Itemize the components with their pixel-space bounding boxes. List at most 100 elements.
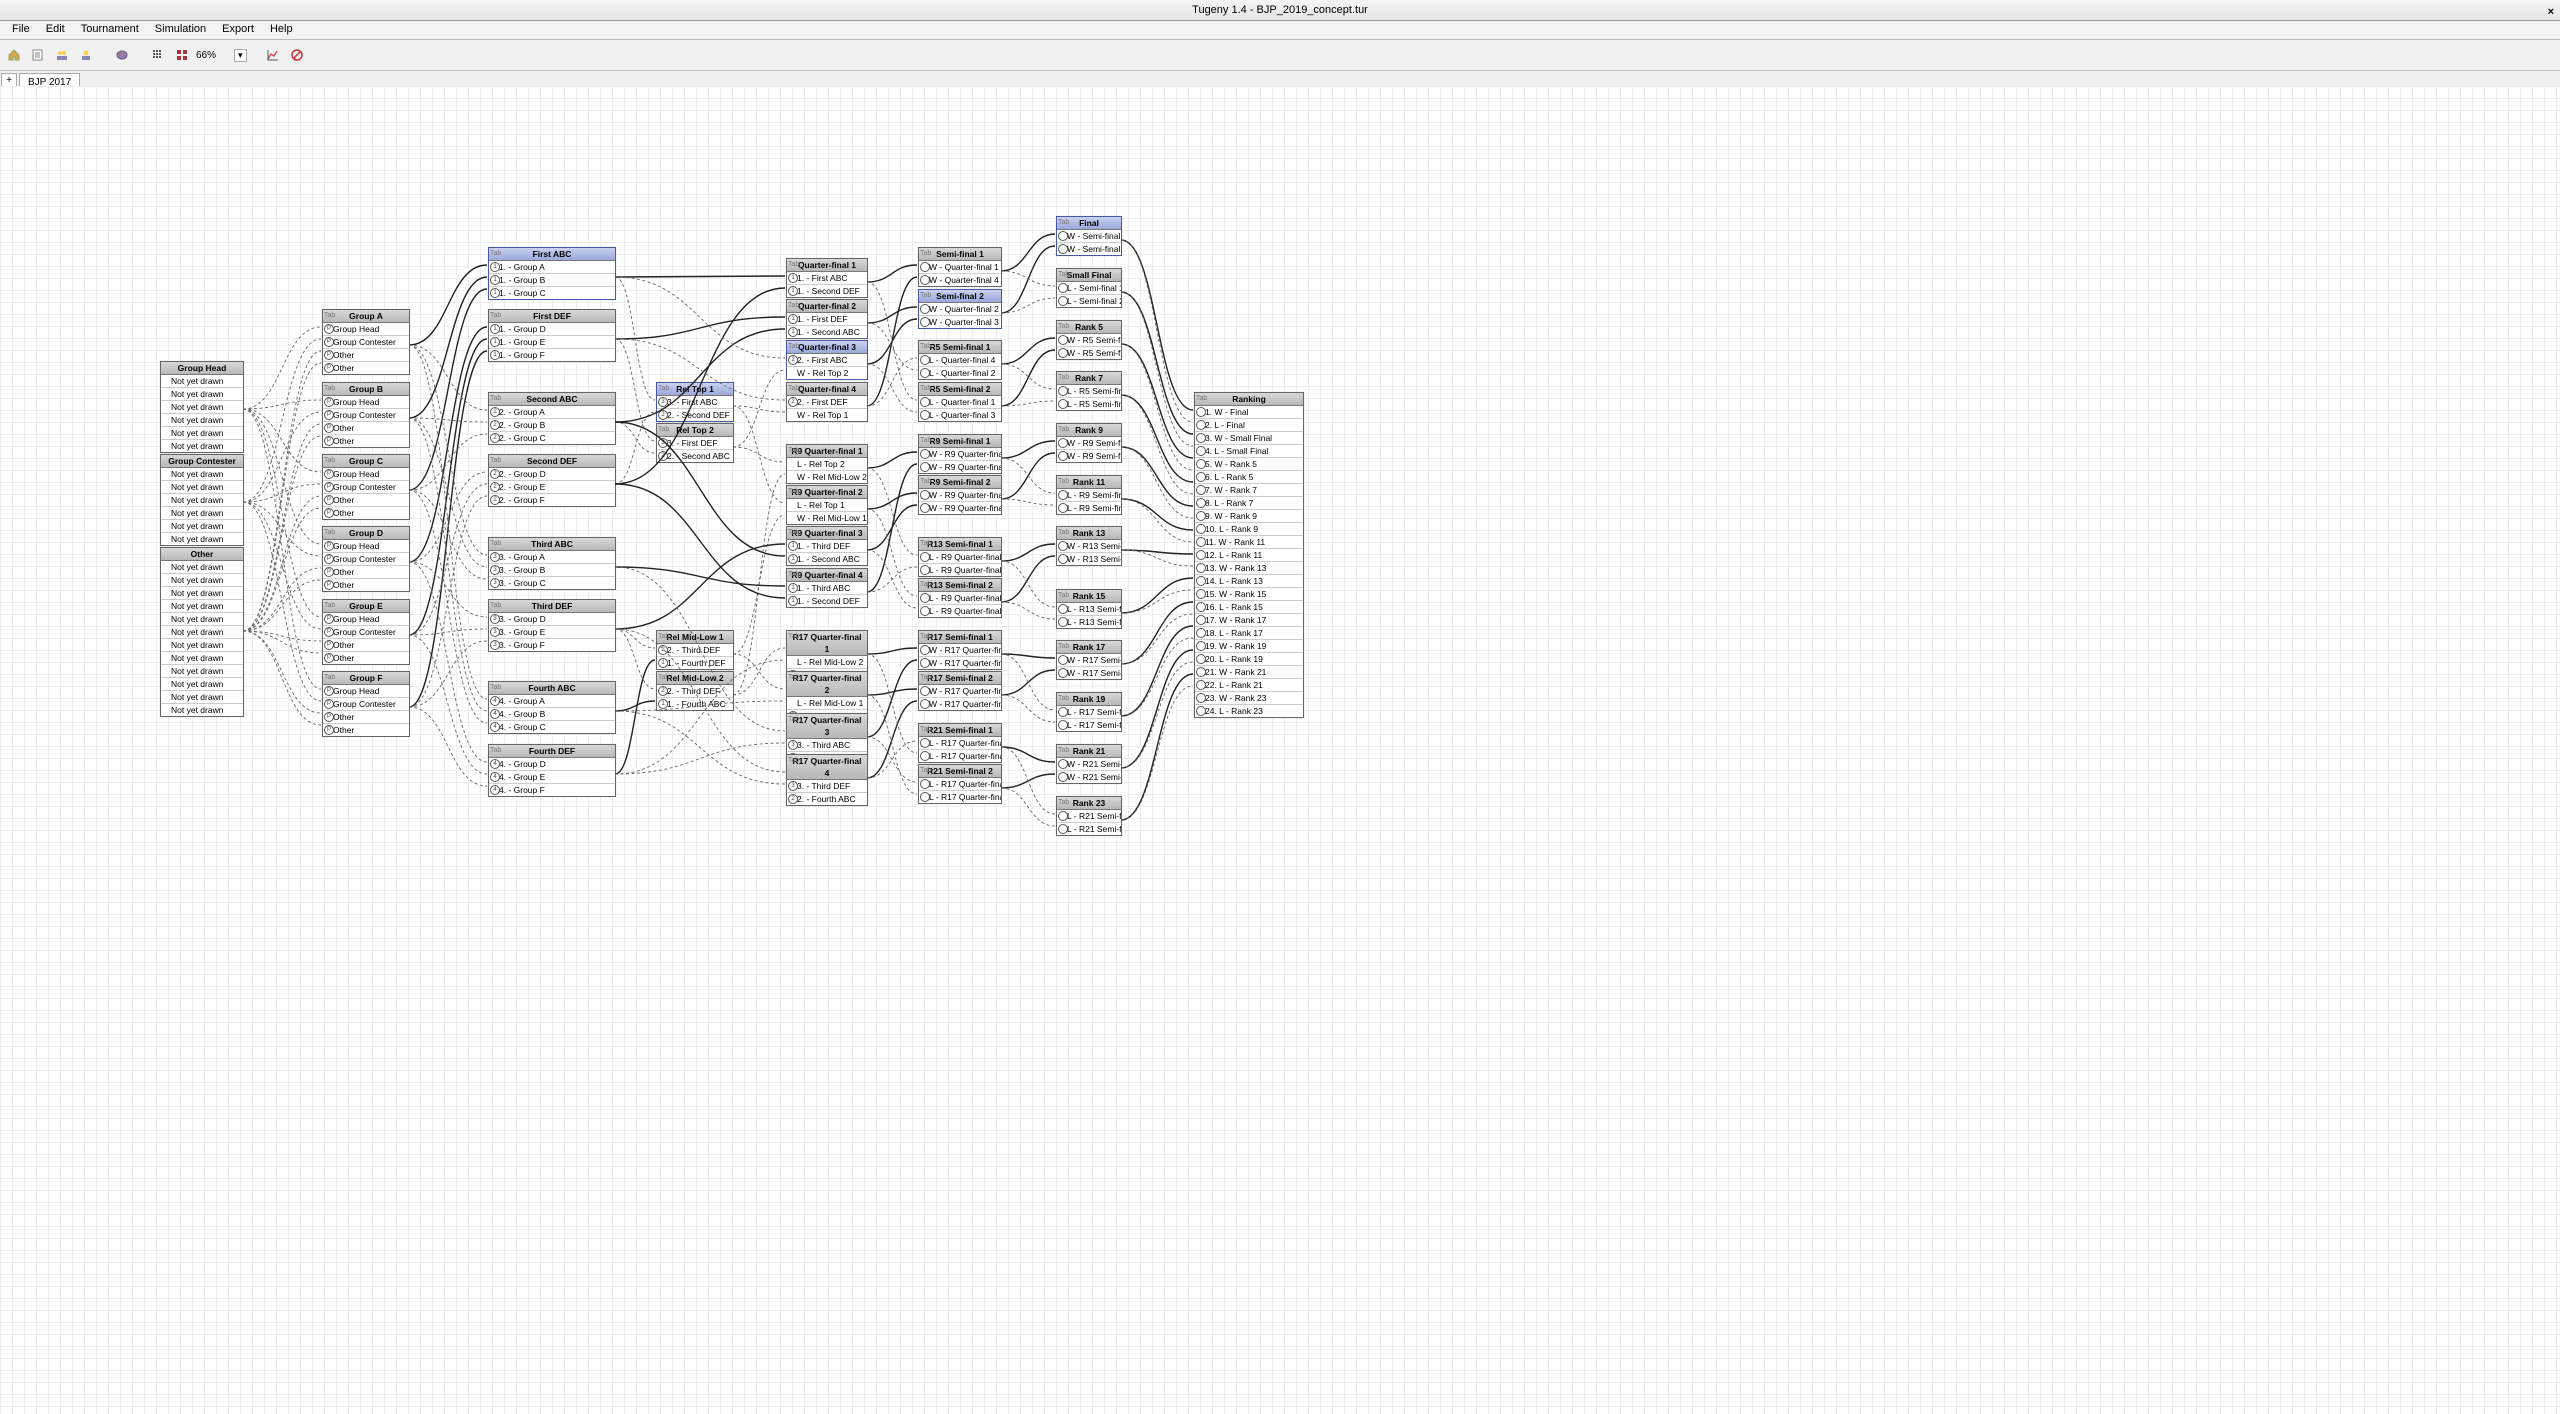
node-r5-semi-final-2[interactable]: R5 Semi-final 2TabL - Quarter-final 1L -…	[918, 382, 1002, 422]
node-rank-17[interactable]: Rank 17TabW - R17 Semi-final 1W - R17 Se…	[1056, 640, 1122, 680]
node-third-abc[interactable]: Third ABCTab3. - Group A33. - Group B33.…	[488, 537, 616, 590]
node-row: OtherP	[323, 422, 409, 435]
grid-small-icon[interactable]	[148, 45, 168, 65]
node-row: 15. W - Rank 15	[1195, 588, 1303, 601]
node-row: Not yet drawn	[161, 388, 243, 401]
node-first-def[interactable]: First DEFTab1. - Group D11. - Group E11.…	[488, 309, 616, 362]
node-second-abc[interactable]: Second ABCTab2. - Group A22. - Group B22…	[488, 392, 616, 445]
players-icon[interactable]	[52, 45, 72, 65]
node-group-head[interactable]: Group HeadNot yet drawnNot yet drawnNot …	[160, 361, 244, 453]
node-other[interactable]: OtherNot yet drawnNot yet drawnNot yet d…	[160, 547, 244, 717]
node-group-f[interactable]: Group FTabGroup HeadPGroup ContesterPOth…	[322, 671, 410, 737]
node-rank-7[interactable]: Rank 7TabL - R5 Semi-final 1L - R5 Semi-…	[1056, 371, 1122, 411]
node-r9-quarter-final-3[interactable]: R9 Quarter-final 3Tab1. - Third DEF11. -…	[786, 526, 868, 566]
node-r5-semi-final-1[interactable]: R5 Semi-final 1TabL - Quarter-final 4L -…	[918, 340, 1002, 380]
node-first-abc[interactable]: First ABCTab1. - Group A11. - Group B11.…	[488, 247, 616, 300]
pin-icon: 3	[490, 552, 500, 562]
node-fourth-abc[interactable]: Fourth ABCTab4. - Group A44. - Group B44…	[488, 681, 616, 734]
pin-icon	[920, 304, 930, 314]
node-row: W - Rel Top 2	[787, 367, 867, 379]
node-third-def[interactable]: Third DEFTab3. - Group D33. - Group E33.…	[488, 599, 616, 652]
node-r9-semi-final-1[interactable]: R9 Semi-final 1TabW - R9 Quarter-final 1…	[918, 434, 1002, 474]
node-quarter-final-2[interactable]: Quarter-final 2Tab1. - First DEF11. - Se…	[786, 299, 868, 339]
node-quarter-final-4[interactable]: Quarter-final 4Tab2. - First DEF2W - Rel…	[786, 382, 868, 422]
pin-icon: 2	[490, 482, 500, 492]
node-rank-15[interactable]: Rank 15TabL - R13 Semi-final 1L - R13 Se…	[1056, 589, 1122, 629]
node-rel-mid-low-1[interactable]: Rel Mid-Low 1Tab2. - Third DEF21. - Four…	[656, 630, 734, 670]
menu-help[interactable]: Help	[262, 21, 301, 37]
node-second-def[interactable]: Second DEFTab2. - Group D22. - Group E22…	[488, 454, 616, 507]
node-row: 1. - First DEF1	[787, 313, 867, 326]
node-quarter-final-3[interactable]: Quarter-final 3Tab2. - First ABC2W - Rel…	[786, 340, 868, 380]
node-small-final[interactable]: Small FinalTabL - Semi-final 1L - Semi-f…	[1056, 268, 1122, 308]
node-r9-semi-final-2[interactable]: R9 Semi-final 2TabW - R9 Quarter-final 2…	[918, 475, 1002, 515]
node-group-b[interactable]: Group BTabGroup HeadPGroup ContesterPOth…	[322, 382, 410, 448]
zoom-dropdown[interactable]: ▾	[234, 49, 247, 62]
node-rel-top-1[interactable]: Rel Top 1Tab3. - First ABC32. - Second D…	[656, 382, 734, 422]
node-r17-semi-final-1[interactable]: R17 Semi-final 1TabW - R17 Quarter-final…	[918, 630, 1002, 670]
node-row: W - R17 Quarter-final 2	[919, 685, 1001, 698]
node-row: L - R5 Semi-final 1	[1057, 385, 1121, 398]
node-group-e[interactable]: Group ETabGroup HeadPGroup ContesterPOth…	[322, 599, 410, 665]
node-r17-quarter-final-4[interactable]: R17 Quarter-final 4Tab3. - Third DEF32. …	[786, 754, 868, 806]
node-r17-semi-final-2[interactable]: R17 Semi-final 2TabW - R17 Quarter-final…	[918, 671, 1002, 711]
node-row: Group ContesterP	[323, 336, 409, 349]
node-row: 1. - Group E1	[489, 336, 615, 349]
pin-icon: P	[324, 363, 334, 373]
pin-icon: P	[324, 350, 334, 360]
node-rank-13[interactable]: Rank 13TabW - R13 Semi-final 1W - R13 Se…	[1056, 526, 1122, 566]
node-group-contester[interactable]: Group ContesterNot yet drawnNot yet draw…	[160, 454, 244, 546]
node-ranking[interactable]: RankingTab1. W - Final2. L - Final3. W -…	[1194, 392, 1304, 718]
node-r21-semi-final-1[interactable]: R21 Semi-final 1TabL - R17 Quarter-final…	[918, 723, 1002, 763]
node-rank-9[interactable]: Rank 9TabW - R9 Semi-final 1W - R9 Semi-…	[1056, 423, 1122, 463]
node-quarter-final-1[interactable]: Quarter-final 1Tab1. - First ABC11. - Se…	[786, 258, 868, 298]
node-rank-5[interactable]: Rank 5TabW - R5 Semi-final 1W - R5 Semi-…	[1056, 320, 1122, 360]
node-group-a[interactable]: Group ATabGroup HeadPGroup ContesterPOth…	[322, 309, 410, 375]
node-r9-quarter-final-1[interactable]: R9 Quarter-final 1TabL - Rel Top 2W - Re…	[786, 444, 868, 484]
node-header: Rank 23Tab	[1057, 797, 1121, 810]
pin-icon	[1196, 420, 1206, 430]
node-fourth-def[interactable]: Fourth DEFTab4. - Group D44. - Group E44…	[488, 744, 616, 797]
node-rank-21[interactable]: Rank 21TabW - R21 Semi-final 1W - R21 Se…	[1056, 744, 1122, 784]
node-rel-top-2[interactable]: Rel Top 2Tab3. - First DEF32. - Second A…	[656, 423, 734, 463]
node-r21-semi-final-2[interactable]: R21 Semi-final 2TabL - R17 Quarter-final…	[918, 764, 1002, 804]
node-row: OtherP	[323, 435, 409, 447]
node-final[interactable]: FinalTabW - Semi-final 1W - Semi-final 2	[1056, 216, 1122, 256]
player-icon[interactable]	[76, 45, 96, 65]
node-r13-semi-final-2[interactable]: R13 Semi-final 2TabL - R9 Quarter-final …	[918, 578, 1002, 618]
node-header: R9 Quarter-final 2Tab	[787, 486, 867, 499]
node-r9-quarter-final-4[interactable]: R9 Quarter-final 4Tab1. - Third ABC11. -…	[786, 568, 868, 608]
node-row: 1. W - Final	[1195, 406, 1303, 419]
stop-icon[interactable]	[287, 45, 307, 65]
node-rank-19[interactable]: Rank 19TabL - R17 Semi-final 1L - R17 Se…	[1056, 692, 1122, 732]
node-rank-23[interactable]: Rank 23TabL - R21 Semi-final 1L - R21 Se…	[1056, 796, 1122, 836]
menu-export[interactable]: Export	[214, 21, 262, 37]
pin-icon	[1058, 824, 1068, 834]
menu-file[interactable]: File	[4, 21, 38, 37]
new-icon[interactable]	[28, 45, 48, 65]
pin-icon: 3	[490, 565, 500, 575]
node-row: 11. W - Rank 11	[1195, 536, 1303, 549]
chart-icon[interactable]	[263, 45, 283, 65]
node-semi-final-1[interactable]: Semi-final 1TabW - Quarter-final 1W - Qu…	[918, 247, 1002, 287]
node-row: Not yet drawn	[161, 494, 243, 507]
grid-large-icon[interactable]	[172, 45, 192, 65]
node-rel-mid-low-2[interactable]: Rel Mid-Low 2Tab2. - Third DEF21. - Four…	[656, 671, 734, 711]
node-row: 3. - Group B3	[489, 564, 615, 577]
palette-icon[interactable]	[112, 45, 132, 65]
diagram-canvas[interactable]: Group HeadNot yet drawnNot yet drawnNot …	[0, 86, 2560, 1414]
node-r13-semi-final-1[interactable]: R13 Semi-final 1TabL - R9 Quarter-final …	[918, 537, 1002, 577]
node-row: L - Quarter-final 3	[919, 409, 1001, 421]
node-rank-11[interactable]: Rank 11TabL - R9 Semi-final 1L - R9 Semi…	[1056, 475, 1122, 515]
close-icon[interactable]: ×	[2548, 2, 2554, 22]
node-group-c[interactable]: Group CTabGroup HeadPGroup ContesterPOth…	[322, 454, 410, 520]
node-semi-final-2[interactable]: Semi-final 2TabW - Quarter-final 2W - Qu…	[918, 289, 1002, 329]
node-r9-quarter-final-2[interactable]: R9 Quarter-final 2TabL - Rel Top 1W - Re…	[786, 485, 868, 525]
node-group-d[interactable]: Group DTabGroup HeadPGroup ContesterPOth…	[322, 526, 410, 592]
pin-icon	[920, 410, 930, 420]
pin-icon	[1196, 628, 1206, 638]
menu-tournament[interactable]: Tournament	[73, 21, 147, 37]
menu-edit[interactable]: Edit	[38, 21, 73, 37]
home-icon[interactable]	[4, 45, 24, 65]
menu-simulation[interactable]: Simulation	[147, 21, 214, 37]
